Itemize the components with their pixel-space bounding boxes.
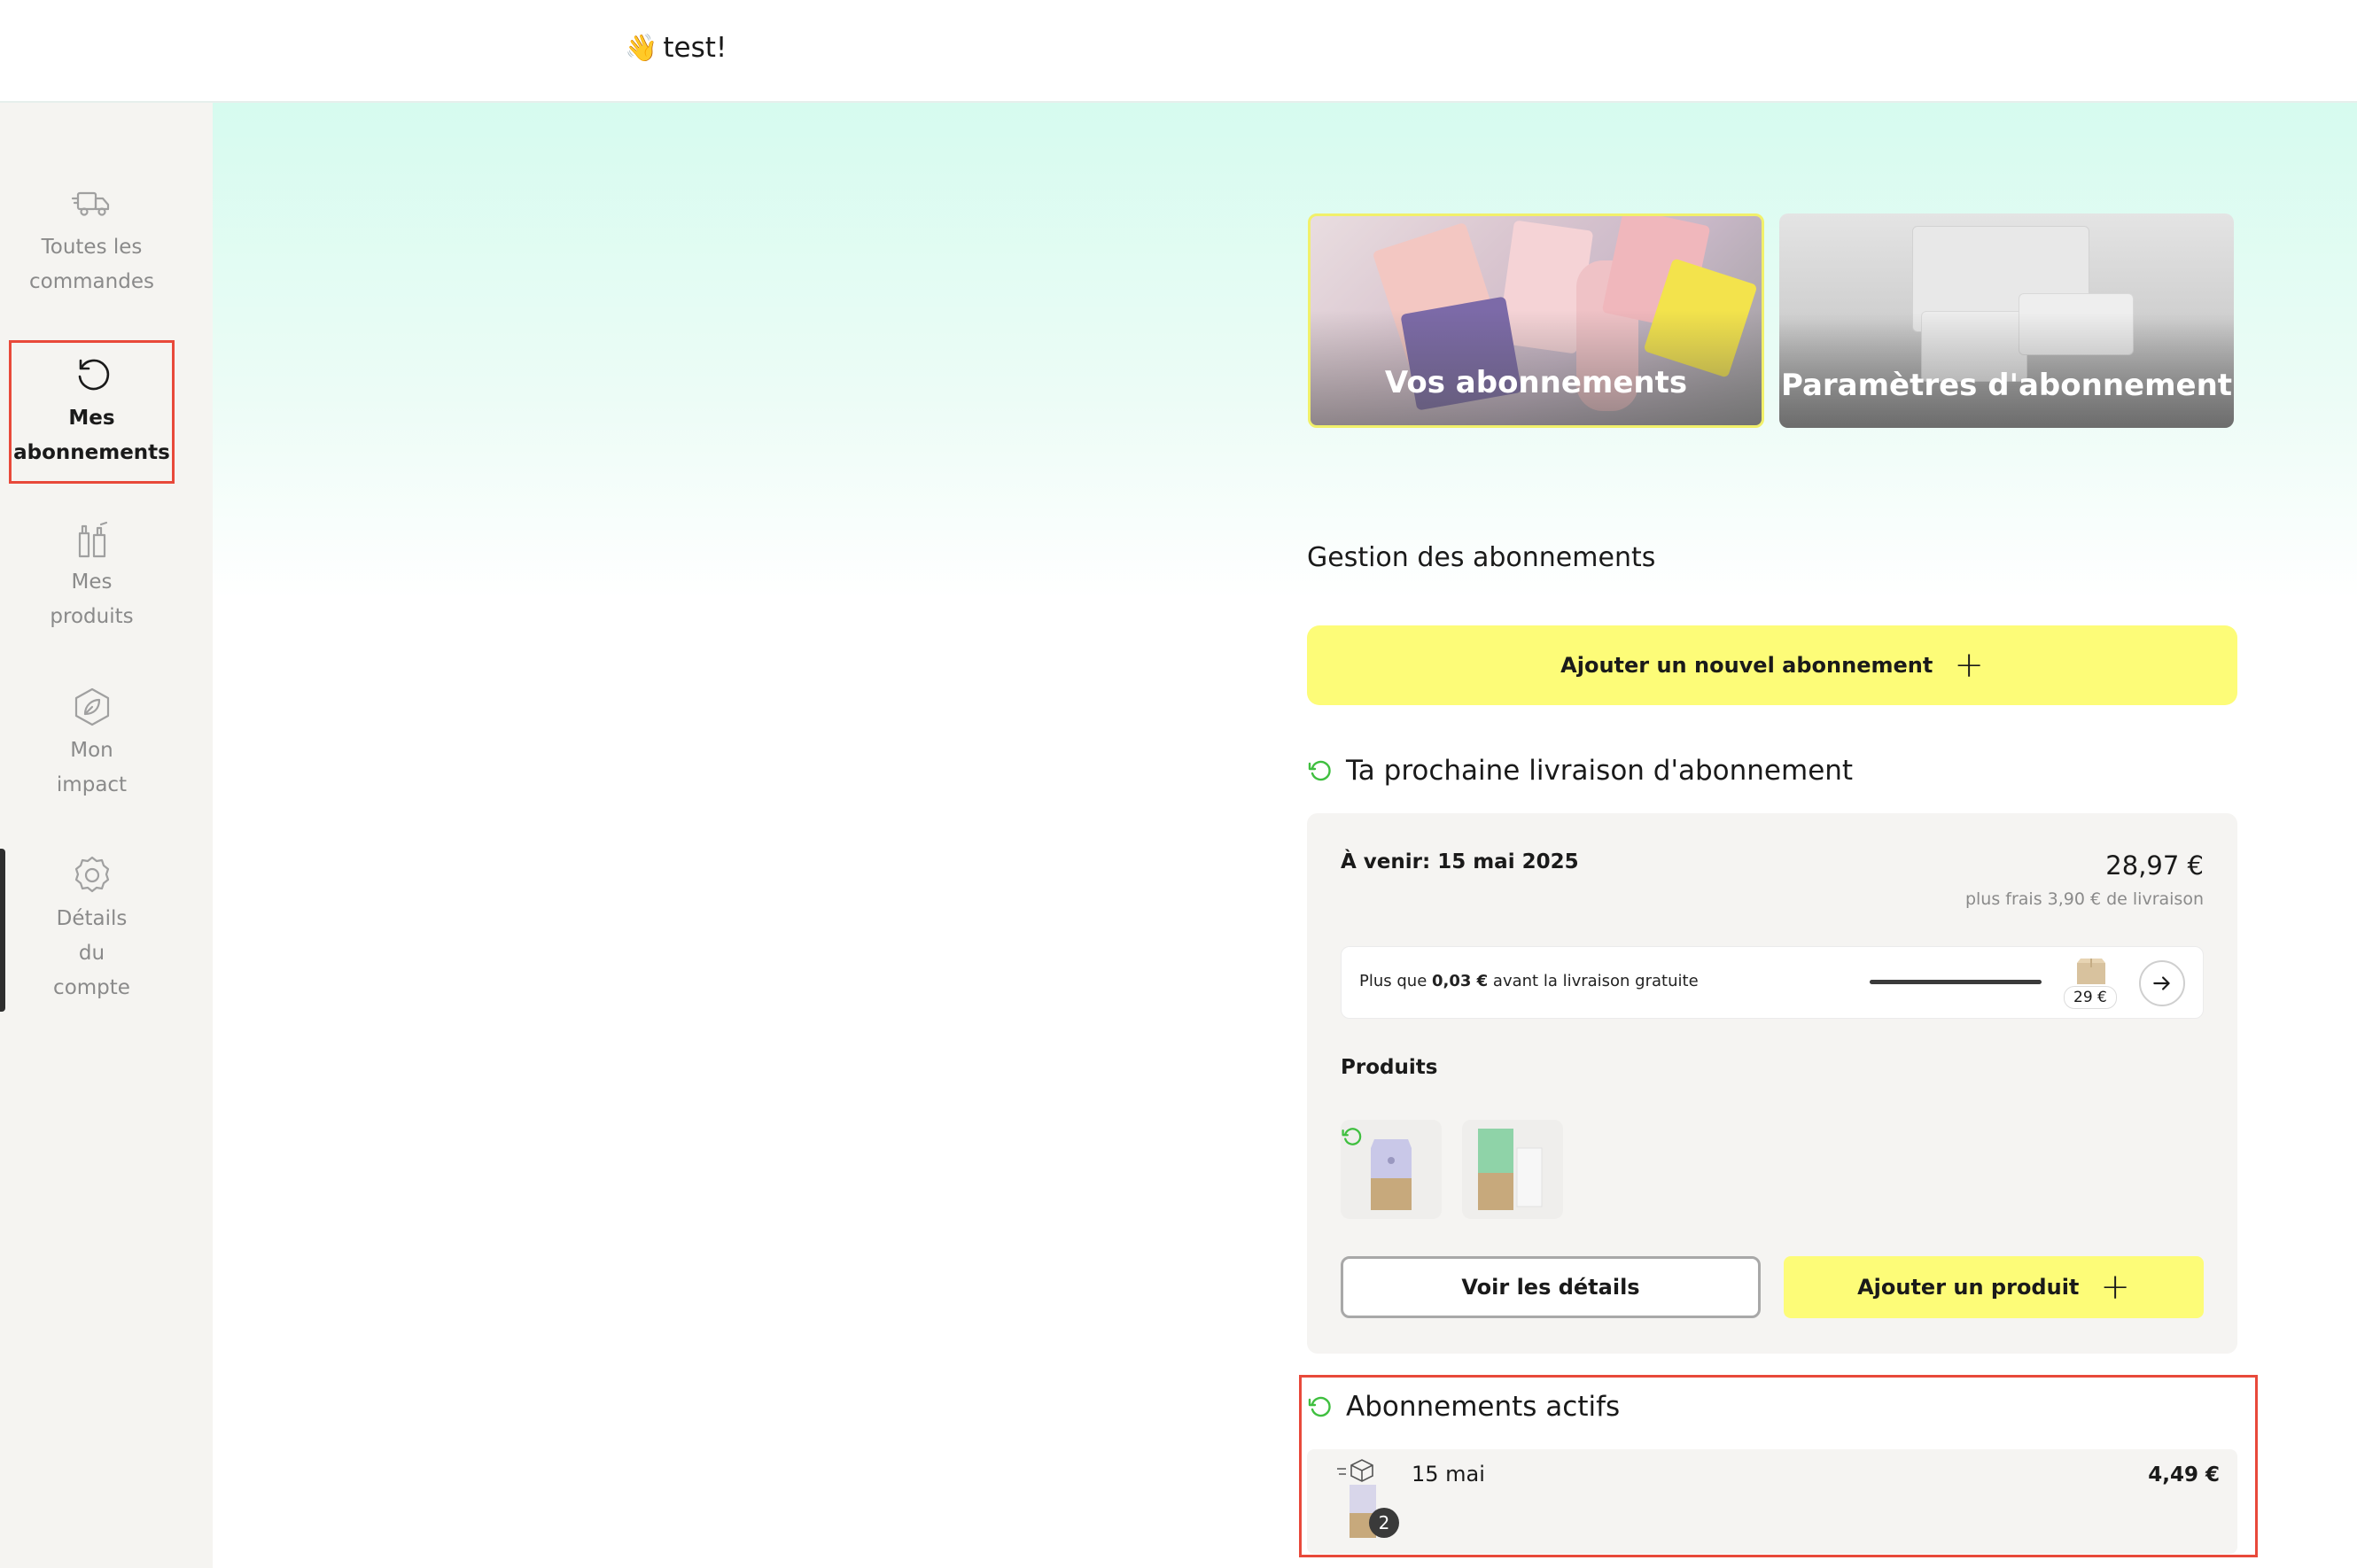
sidebar-item-products[interactable]: Mes produits	[9, 517, 175, 634]
delivery-fees: plus frais 3,90 € de livraison	[1964, 889, 2204, 909]
upcoming-date: À venir: 15 mai 2025	[1341, 850, 1579, 873]
shipping-arrow-button[interactable]	[2139, 960, 2185, 1006]
sidebar-item-label: Toutes les commandes	[29, 236, 154, 293]
free-shipping-threshold: 29 €	[2064, 986, 2117, 1009]
subscription-price: 4,49 €	[2148, 1463, 2220, 1486]
remaining-amount: 0,03 €	[1432, 972, 1489, 990]
leaf-icon	[74, 687, 109, 726]
repeat-icon	[1342, 1128, 1362, 1145]
subscription-date: 15 mai	[1412, 1462, 1485, 1486]
quantity-badge: 2	[1369, 1508, 1399, 1538]
product-thumbnail[interactable]	[1462, 1120, 1563, 1219]
sidebar	[0, 103, 213, 1568]
hero-card-title: Paramètres d'abonnement	[1780, 368, 2233, 403]
free-shipping-progress: Plus que 0,03 € avant la livraison gratu…	[1341, 946, 2204, 1019]
active-subscriptions-heading: Abonnements actifs	[1307, 1391, 1620, 1423]
box-icon	[2077, 959, 2105, 984]
wave-icon: 👋	[625, 32, 658, 64]
sidebar-item-impact[interactable]: Mon impact	[9, 686, 175, 803]
shipping-progress-fill	[1870, 980, 2042, 984]
repeat-icon	[1308, 1396, 1331, 1417]
add-subscription-label: Ajouter un nouvel abonnement	[1560, 653, 1933, 678]
sidebar-item-subscriptions[interactable]: Mes abonnements	[9, 340, 175, 484]
subscription-settings-card[interactable]: Paramètres d'abonnement	[1779, 213, 2234, 428]
repeat-icon	[1308, 760, 1331, 781]
free-shipping-text: Plus que 0,03 € avant la livraison gratu…	[1359, 972, 1699, 990]
refill-bag-image	[1478, 1129, 1543, 1210]
sidebar-scroll-indicator[interactable]	[0, 849, 5, 1012]
add-product-button[interactable]: Ajouter un produit +	[1784, 1256, 2204, 1318]
refresh-icon	[78, 359, 109, 391]
management-title: Gestion des abonnements	[1307, 542, 1656, 573]
shipping-progress-bar	[1870, 980, 2042, 984]
plus-icon: +	[1954, 645, 1984, 686]
products-label: Produits	[1341, 1056, 1438, 1079]
add-subscription-button[interactable]: Ajouter un nouvel abonnement +	[1307, 625, 2237, 705]
next-delivery-card: À venir: 15 mai 2025 28,97 € plus frais …	[1307, 813, 2237, 1354]
top-bar: 👋 test!	[0, 0, 2357, 103]
delivery-price: 28,97 €	[2105, 850, 2204, 881]
greeting-text: test!	[663, 32, 727, 64]
bottles-icon	[78, 521, 107, 558]
greeting: 👋 test!	[625, 32, 727, 64]
sidebar-item-label: Détails du compte	[53, 907, 130, 999]
active-subscription-row[interactable]: 2 15 mai 4,49 €	[1307, 1449, 2237, 1554]
next-delivery-heading: Ta prochaine livraison d'abonnement	[1307, 755, 1853, 787]
sidebar-item-label: Mes produits	[50, 571, 134, 628]
hero-card-title: Vos abonnements	[1384, 365, 1688, 400]
gear-icon	[74, 856, 109, 893]
sidebar-item-orders[interactable]: Toutes les commandes	[9, 182, 175, 299]
sidebar-item-account[interactable]: Détails du compte	[9, 854, 175, 1005]
sidebar-item-label: Mon impact	[56, 739, 128, 796]
your-subscriptions-card[interactable]: Vos abonnements	[1308, 213, 1764, 428]
arrow-right-icon	[2153, 976, 2170, 990]
truck-icon	[71, 191, 109, 216]
plus-icon: +	[2100, 1267, 2130, 1308]
sidebar-item-label: Mes abonnements	[13, 407, 170, 464]
add-product-label: Ajouter un produit	[1857, 1275, 2080, 1300]
view-details-button[interactable]: Voir les détails	[1341, 1256, 1761, 1318]
